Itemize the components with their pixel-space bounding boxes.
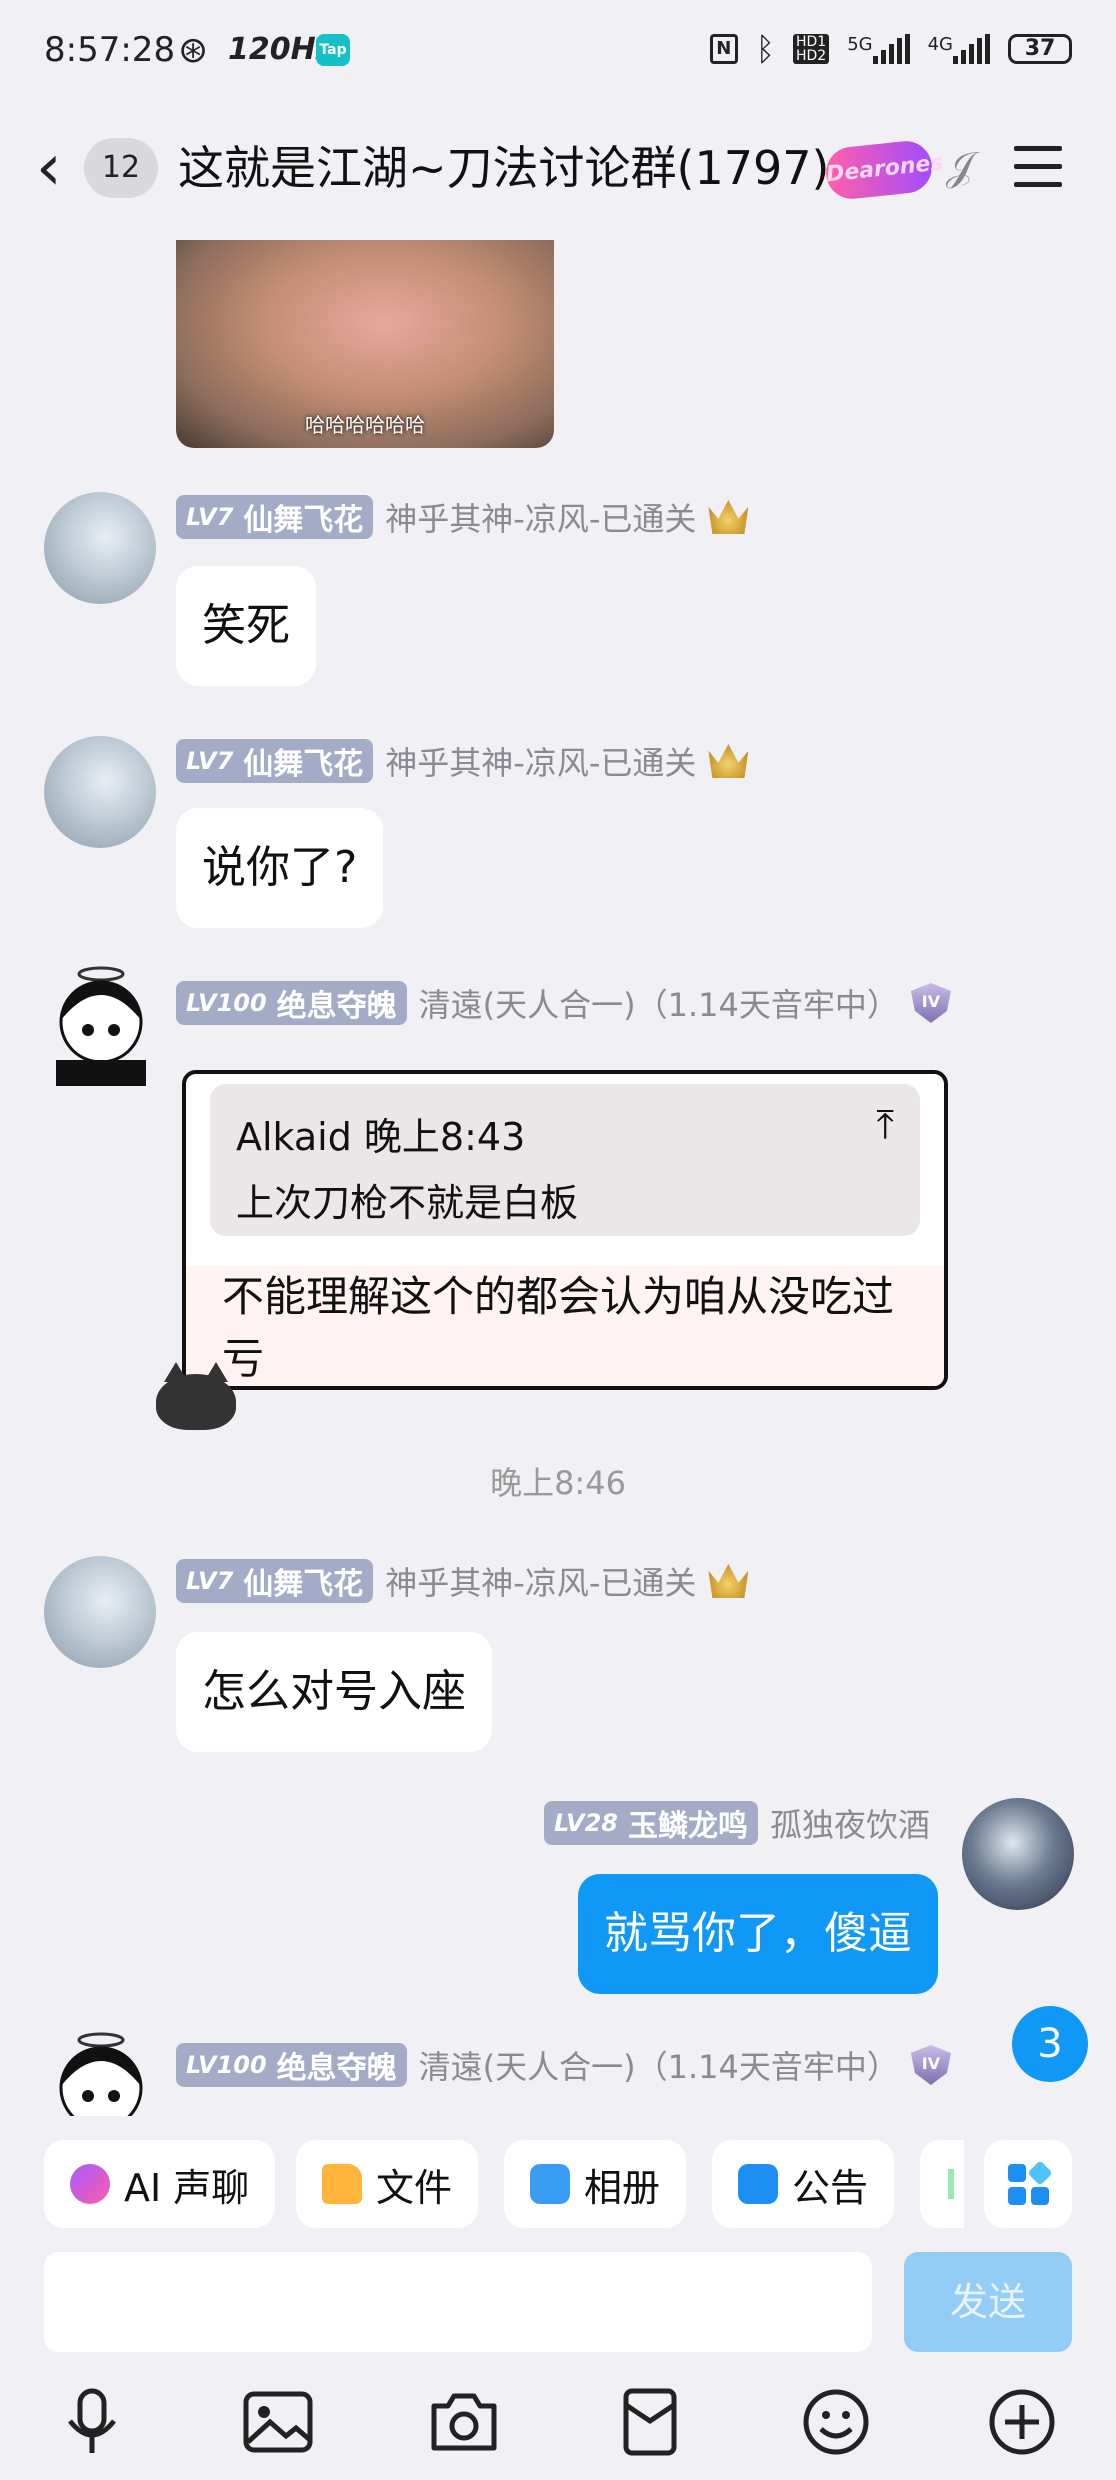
- message-input[interactable]: [44, 2252, 872, 2352]
- apps-grid-icon: [1007, 2159, 1053, 2205]
- avatar[interactable]: [44, 1556, 156, 1668]
- hd-icon: HD1 HD2: [792, 34, 830, 64]
- emoji-icon[interactable]: [792, 2378, 880, 2466]
- jump-to-top-icon[interactable]: ⤒: [876, 1102, 894, 1148]
- nfc-icon: N: [709, 34, 738, 64]
- back-arrow-icon[interactable]: ‹: [36, 136, 62, 200]
- ai-voice-icon: [70, 2164, 110, 2204]
- status-bar: 8:57:28 ⊛ 120Hz Tap N ᛒ HD1 HD2 5G 4G 37: [0, 0, 1116, 100]
- sender-info: LV7 仙舞飞花 神乎其神-凉风-已通关: [176, 494, 749, 540]
- send-button[interactable]: 发送: [904, 2252, 1072, 2352]
- member-title: 清遠(天人合一)（1.14天音牢中）: [418, 2048, 899, 2086]
- plus-icon[interactable]: [978, 2378, 1066, 2466]
- crown-icon: [708, 1564, 749, 1598]
- level-badge: LV7 仙舞飞花: [176, 1559, 374, 1603]
- quote-author: Alkaid 晚上8:43: [236, 1115, 526, 1159]
- level-badge: LV100 绝息夺魄: [176, 981, 407, 1025]
- folder-icon: [322, 2164, 362, 2204]
- my-message-bubble[interactable]: 就骂你了，傻逼: [578, 1874, 938, 1994]
- image-icon[interactable]: [234, 2378, 322, 2466]
- reply-text: 不能理解这个的都会认为咱从没吃过亏: [222, 1272, 895, 1383]
- ai-voice-chat-button[interactable]: AI 声聊: [44, 2140, 276, 2228]
- apps-grid-button[interactable]: [984, 2140, 1072, 2228]
- crown-icon: [708, 744, 749, 778]
- menu-icon[interactable]: [1014, 146, 1062, 200]
- bottom-toolbar: [0, 2372, 1116, 2480]
- crown-icon: [708, 500, 749, 534]
- avatar[interactable]: [36, 2026, 166, 2116]
- quoted-message[interactable]: Alkaid 晚上8:43 ⤒ 上次刀枪不就是白板: [210, 1084, 920, 1236]
- member-title: 孤独夜饮酒: [769, 1806, 930, 1844]
- avatar[interactable]: [44, 492, 156, 604]
- level-badge: LV100 绝息夺魄: [176, 2043, 407, 2087]
- red-packet-icon[interactable]: [606, 2378, 694, 2466]
- green-bar-icon: [948, 2169, 954, 2199]
- member-title: 清遠(天人合一)（1.14天音牢中）: [418, 986, 899, 1024]
- level-badge: LV7 仙舞飞花: [176, 495, 374, 539]
- rank-shield-icon: IV: [910, 983, 951, 1023]
- reply-message-bubble[interactable]: Alkaid 晚上8:43 ⤒ 上次刀枪不就是白板 不能理解这个的都会认为咱从没…: [182, 1070, 948, 1390]
- cat-bubble-decoration-icon: [156, 1362, 236, 1430]
- avatar[interactable]: [44, 736, 156, 848]
- quote-text: 上次刀枪不就是白板: [236, 1181, 579, 1225]
- ear-icon[interactable]: 𝒥: [946, 144, 974, 190]
- album-icon: [530, 2164, 570, 2204]
- microphone-icon[interactable]: [48, 2378, 136, 2466]
- image-message[interactable]: 哈哈哈哈哈哈: [176, 240, 554, 448]
- message-bubble[interactable]: 怎么对号入座: [176, 1632, 492, 1752]
- message-bubble[interactable]: 说你了?: [176, 808, 384, 928]
- status-icons: N ᛒ HD1 HD2 5G 4G 37: [709, 30, 1072, 68]
- aperture-icon: ⊛: [178, 30, 209, 71]
- files-button[interactable]: 文件: [296, 2140, 479, 2228]
- unread-count-badge[interactable]: 12: [84, 138, 158, 198]
- rank-shield-icon: IV: [910, 2045, 951, 2085]
- message-bubble[interactable]: 笑死: [176, 566, 316, 686]
- signal-bars-icon: [872, 34, 910, 64]
- signal-5g: 5G: [847, 34, 910, 64]
- level-badge: LV28 玉鳞龙鸣: [544, 1801, 758, 1845]
- anime-avatar-icon: [56, 966, 146, 1086]
- new-messages-badge[interactable]: 3: [1012, 2006, 1088, 2082]
- battery-icon: 37: [1008, 34, 1072, 64]
- camera-icon[interactable]: [420, 2378, 508, 2466]
- quick-actions-bar: AI 声聊 文件 相册 公告: [0, 2116, 1116, 2246]
- member-title: 神乎其神-凉风-已通关: [385, 500, 697, 538]
- sender-info: LV100 绝息夺魄 清遠(天人合一)（1.14天音牢中） IV: [176, 980, 951, 1026]
- signal-4g: 4G: [928, 34, 990, 64]
- input-bar: 发送: [0, 2246, 1116, 2360]
- sender-info: LV7 仙舞飞花 神乎其神-凉风-已通关: [176, 738, 749, 784]
- my-avatar[interactable]: [962, 1798, 1074, 1910]
- group-title[interactable]: 这就是江湖~刀法讨论群(1797): [178, 138, 830, 198]
- bluetooth-icon: ᛒ: [755, 30, 775, 68]
- tap-app-icon: Tap: [316, 34, 350, 66]
- chat-header: ‹ 12 这就是江湖~刀法讨论群(1797) Dearones 𝒥: [0, 100, 1116, 240]
- group-tag-badge[interactable]: Dearones: [823, 138, 945, 202]
- sender-info: LV28 玉鳞龙鸣 孤独夜饮酒: [544, 1800, 930, 1846]
- avatar[interactable]: [36, 960, 166, 1090]
- signal-bars-icon: [953, 34, 990, 64]
- sender-info: LV100 绝息夺魄 清遠(天人合一)（1.14天音牢中） IV: [176, 2042, 951, 2088]
- image-caption: 哈哈哈哈哈哈: [305, 413, 425, 437]
- anime-avatar-icon: [59, 2032, 143, 2116]
- announcement-button[interactable]: 公告: [712, 2140, 895, 2228]
- member-title: 神乎其神-凉风-已通关: [385, 744, 697, 782]
- clock: 8:57:28: [44, 30, 176, 70]
- more-chip-partial[interactable]: [920, 2140, 964, 2228]
- announcement-icon: [738, 2164, 778, 2204]
- member-title: 神乎其神-凉风-已通关: [385, 1564, 697, 1602]
- sender-info: LV7 仙舞飞花 神乎其神-凉风-已通关: [176, 1558, 749, 1604]
- album-button[interactable]: 相册: [504, 2140, 687, 2228]
- level-badge: LV7 仙舞飞花: [176, 739, 374, 783]
- time-divider: 晚上8:46: [490, 1464, 626, 1502]
